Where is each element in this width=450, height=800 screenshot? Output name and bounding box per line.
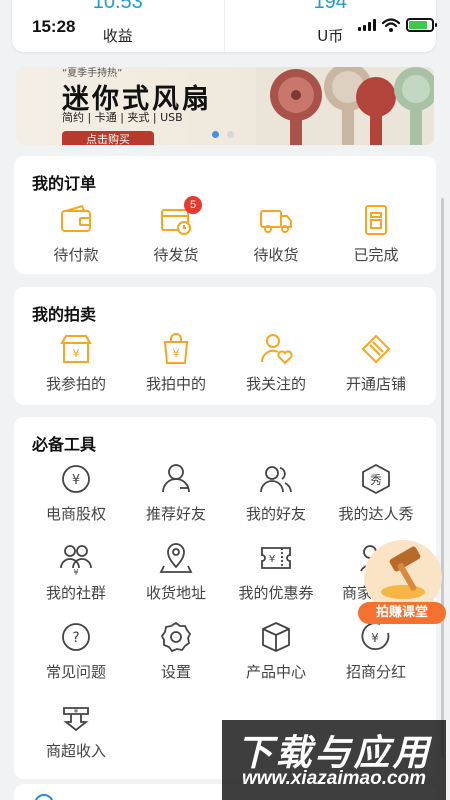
pagination-dot-active[interactable] [212, 131, 219, 138]
settings-gear-icon [158, 619, 194, 655]
tool-label: 招商分红 [345, 663, 406, 681]
yuan-coin-icon: ¥ [58, 461, 94, 497]
float-promo-label: 拍赚课堂 [358, 602, 446, 624]
order-completed[interactable]: 已完成 [326, 202, 426, 265]
tool-supermarket-income[interactable]: ¥ 商超收入 [26, 698, 126, 761]
wallet-icon [58, 202, 94, 238]
tool-shipping-address[interactable]: 收货地址 [126, 540, 226, 603]
orders-card: 我的订单 待付款 5 待发货 待收货 已完成 [14, 156, 436, 274]
auction-title: 我的拍卖 [32, 305, 97, 324]
pending-shipment-icon: 5 [158, 196, 202, 238]
tool-label: 推荐好友 [145, 505, 206, 523]
order-pending-shipment[interactable]: 5 待发货 [126, 196, 226, 265]
banner-pagination [212, 131, 234, 138]
auction-label: 开通店铺 [345, 375, 406, 393]
tool-my-coupons[interactable]: ¥ 我的优惠券 [226, 540, 326, 603]
recommend-friend-icon [158, 461, 194, 497]
tools-title: 必备工具 [32, 435, 97, 454]
coins-value: 194 [313, 0, 347, 13]
delivery-truck-icon [258, 202, 294, 238]
auction-card: 我的拍卖 ¥ 我参拍的 ¥ 我拍中的 我关注的 开通店铺 [14, 287, 436, 405]
tool-label: 我的优惠券 [238, 584, 314, 602]
banner-buy-button[interactable]: 点击购买 [62, 131, 154, 145]
auction-participated[interactable]: ¥ 我参拍的 [26, 331, 126, 394]
signal-icon [358, 19, 376, 31]
tool-label: 商超收入 [45, 742, 106, 760]
banner-subtitle: 简约 | 卡通 | 夹式 | USB [62, 111, 183, 124]
shopping-bag-icon: ¥ [158, 331, 194, 367]
tool-recommend-friend[interactable]: 推荐好友 [126, 461, 226, 524]
tool-label: 常见问题 [45, 663, 106, 681]
auction-won[interactable]: ¥ 我拍中的 [126, 331, 226, 394]
auction-followed[interactable]: 我关注的 [226, 331, 326, 394]
watermark: 下载与应用 www.xiazaimao.com [222, 720, 446, 800]
tool-label: 我的社群 [45, 584, 106, 602]
float-promo-button[interactable]: 拍赚课堂 [358, 540, 446, 624]
battery-icon [406, 18, 437, 32]
order-pending-receipt[interactable]: 待收货 [226, 202, 326, 265]
tool-settings[interactable]: 设置 [126, 619, 226, 682]
svg-text:¥: ¥ [73, 568, 78, 576]
open-store-icon [358, 331, 394, 367]
income-icon: ¥ [58, 698, 94, 734]
heart-user-icon [258, 331, 294, 367]
order-label: 已完成 [353, 246, 399, 264]
svg-text:¥: ¥ [73, 347, 80, 360]
status-icons [358, 18, 437, 32]
wifi-icon [382, 18, 400, 32]
tool-label: 收货地址 [145, 584, 206, 602]
svg-text:¥: ¥ [173, 347, 180, 360]
auction-label: 我关注的 [245, 375, 306, 393]
tool-ecommerce-equity[interactable]: ¥ 电商股权 [26, 461, 126, 524]
auction-hammer-icon [381, 546, 425, 599]
svg-text:¥: ¥ [72, 473, 80, 488]
svg-text:¥: ¥ [269, 554, 275, 565]
tool-product-center[interactable]: 产品中心 [226, 619, 326, 682]
fan-product-image [256, 67, 434, 145]
tool-merchant-dividend[interactable]: ¥ 招商分红 [326, 619, 426, 682]
tool-label: 电商股权 [45, 505, 106, 523]
location-pin-icon [158, 540, 194, 576]
friends-icon [258, 461, 294, 497]
earnings-value: 10.53 [92, 0, 143, 13]
order-label: 待收货 [253, 246, 299, 264]
dividend-icon: ¥ [358, 619, 394, 655]
auction-label: 我拍中的 [145, 375, 206, 393]
order-pending-payment[interactable]: 待付款 [26, 202, 126, 265]
bottom-circle-icon [34, 794, 54, 800]
shop-icon: ¥ [58, 331, 94, 367]
svg-text:¥: ¥ [74, 707, 79, 715]
pagination-dot[interactable] [227, 131, 234, 138]
coupon-icon: ¥ [258, 540, 294, 576]
auction-open-store[interactable]: 开通店铺 [326, 331, 426, 394]
order-label: 待付款 [53, 246, 99, 264]
tool-label: 设置 [160, 663, 191, 681]
status-time: 15:28 [32, 17, 76, 36]
product-box-icon [258, 619, 294, 655]
tool-my-community[interactable]: ¥ 我的社群 [26, 540, 126, 603]
order-label: 待发货 [153, 246, 199, 264]
tool-my-friends[interactable]: 我的好友 [226, 461, 326, 524]
show-icon: 秀 [358, 461, 394, 497]
auction-label: 我参拍的 [45, 375, 106, 393]
tool-faq[interactable]: ? 常见问题 [26, 619, 126, 682]
completed-receipt-icon [358, 202, 394, 238]
question-icon: ? [58, 619, 94, 655]
svg-text:¥: ¥ [371, 631, 379, 645]
svg-text:秀: 秀 [370, 473, 382, 487]
tool-label: 我的达人秀 [338, 505, 414, 523]
community-icon: ¥ [58, 540, 94, 577]
scrollbar[interactable] [441, 198, 444, 758]
tool-label: 产品中心 [245, 663, 306, 681]
tool-label: 我的好友 [245, 505, 306, 523]
orders-title: 我的订单 [32, 174, 97, 193]
shipment-count-badge: 5 [184, 196, 202, 214]
tool-my-show[interactable]: 秀 我的达人秀 [326, 461, 426, 524]
svg-text:?: ? [72, 630, 79, 646]
watermark-url: www.xiazaimao.com [241, 768, 427, 789]
